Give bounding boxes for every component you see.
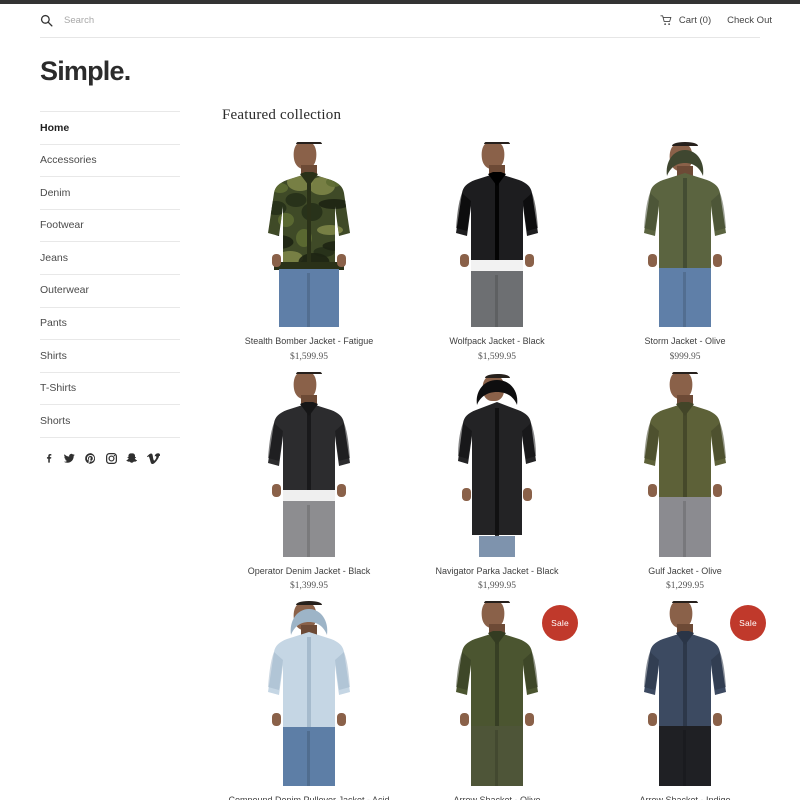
sidebar-item-footwear[interactable]: Footwear xyxy=(40,210,180,243)
sidebar-item-t-shirts[interactable]: T-Shirts xyxy=(40,373,180,406)
sidebar-item-shorts[interactable]: Shorts xyxy=(40,405,180,438)
product-image[interactable] xyxy=(222,371,396,557)
pinterest-icon[interactable] xyxy=(84,452,97,465)
product-title[interactable]: Arrow Shacket - Indigo xyxy=(598,786,772,800)
product-card[interactable]: Navigator Parka Jacket - Black $1,999.95 xyxy=(410,371,584,592)
sidebar-item-label: Outerwear xyxy=(40,284,90,297)
product-card[interactable]: Storm Jacket - Olive $999.95 xyxy=(598,142,772,362)
product-card[interactable]: Wolfpack Jacket - Black $1,599.95 xyxy=(410,142,584,362)
checkout-label: Check Out xyxy=(727,15,772,26)
sidebar-item-denim[interactable]: Denim xyxy=(40,177,180,210)
sidebar-item-accessories[interactable]: Accessories xyxy=(40,145,180,178)
product-title[interactable]: Storm Jacket - Olive xyxy=(598,327,772,348)
sidebar-item-label: Accessories xyxy=(40,154,97,167)
product-title[interactable]: Gulf Jacket - Olive xyxy=(598,557,772,578)
product-image[interactable] xyxy=(410,371,584,557)
sidebar-nav: Home Accessories Denim Footwear Jeans Outerwe… xyxy=(40,111,180,438)
masthead: Simple. xyxy=(0,38,800,107)
product-price: $1,999.95 xyxy=(478,581,516,592)
product-title[interactable]: Stealth Bomber Jacket - Fatigue xyxy=(222,327,396,348)
product-card[interactable]: Operator Denim Jacket - Black $1,399.95 xyxy=(222,371,396,592)
product-card[interactable]: Compound Denim Pullover Jacket - Acid xyxy=(222,601,396,800)
product-card[interactable]: SaleArrow Shacket - Indigo xyxy=(598,601,772,800)
product-card[interactable]: SaleArrow Shacket - Olive xyxy=(410,601,584,800)
product-card[interactable]: Gulf Jacket - Olive $1,299.95 xyxy=(598,371,772,592)
sidebar-item-label: Footwear xyxy=(40,219,84,232)
sidebar: Home Accessories Denim Footwear Jeans Outerwe… xyxy=(40,107,180,800)
search-group[interactable] xyxy=(40,14,224,27)
social-links xyxy=(40,438,180,465)
sidebar-item-home[interactable]: Home xyxy=(40,111,180,145)
product-image[interactable] xyxy=(598,371,772,557)
utility-bar: Cart (0) Check Out xyxy=(0,4,800,37)
sidebar-item-outerwear[interactable]: Outerwear xyxy=(40,275,180,308)
sidebar-item-label: Pants xyxy=(40,317,67,330)
cart-link[interactable]: Cart (0) xyxy=(660,15,711,26)
product-card[interactable]: Stealth Bomber Jacket - Fatigue $1,599.95 xyxy=(222,142,396,362)
sidebar-item-jeans[interactable]: Jeans xyxy=(40,242,180,275)
product-title[interactable]: Operator Denim Jacket - Black xyxy=(222,557,396,578)
product-price: $999.95 xyxy=(669,351,701,362)
main-content: Featured collection Stealth Bomber Jacke… xyxy=(180,107,772,800)
sidebar-item-label: Shorts xyxy=(40,414,71,427)
sidebar-item-label: Jeans xyxy=(40,251,69,264)
cart-label: Cart (0) xyxy=(678,15,712,26)
vimeo-icon[interactable] xyxy=(147,452,160,465)
sidebar-item-label: T-Shirts xyxy=(40,382,77,395)
shopping-cart-icon xyxy=(660,15,673,26)
search-input[interactable] xyxy=(64,15,224,26)
sidebar-item-label: Shirts xyxy=(40,349,67,362)
product-price: $1,599.95 xyxy=(290,351,328,362)
product-grid: Stealth Bomber Jacket - Fatigue $1,599.95… xyxy=(222,142,772,800)
page-body: Home Accessories Denim Footwear Jeans Outerwe… xyxy=(0,107,800,800)
twitter-icon[interactable] xyxy=(63,452,76,465)
page-title: Featured collection xyxy=(222,107,342,123)
utility-right-group: Cart (0) Check Out xyxy=(660,15,772,26)
product-image[interactable] xyxy=(598,142,772,327)
product-image[interactable] xyxy=(222,142,396,327)
facebook-icon[interactable] xyxy=(42,452,55,465)
sidebar-item-label: Denim xyxy=(40,186,71,199)
sidebar-item-shirts[interactable]: Shirts xyxy=(40,340,180,373)
product-price: $1,399.95 xyxy=(290,581,328,592)
product-title[interactable]: Arrow Shacket - Olive xyxy=(410,786,584,800)
checkout-link[interactable]: Check Out xyxy=(727,15,772,26)
site-logo[interactable]: Simple. xyxy=(40,58,760,85)
product-image[interactable] xyxy=(410,142,584,327)
product-price: $1,599.95 xyxy=(478,351,516,362)
product-title[interactable]: Wolfpack Jacket - Black xyxy=(410,327,584,348)
product-title[interactable]: Navigator Parka Jacket - Black xyxy=(410,557,584,578)
product-title[interactable]: Compound Denim Pullover Jacket - Acid xyxy=(222,786,396,800)
sidebar-item-label: Home xyxy=(40,121,70,134)
instagram-icon[interactable] xyxy=(105,452,118,465)
sidebar-item-pants[interactable]: Pants xyxy=(40,308,180,341)
search-icon[interactable] xyxy=(40,14,53,27)
snapchat-icon[interactable] xyxy=(126,452,139,465)
product-image[interactable] xyxy=(222,601,396,787)
product-price: $1,299.95 xyxy=(666,581,704,592)
